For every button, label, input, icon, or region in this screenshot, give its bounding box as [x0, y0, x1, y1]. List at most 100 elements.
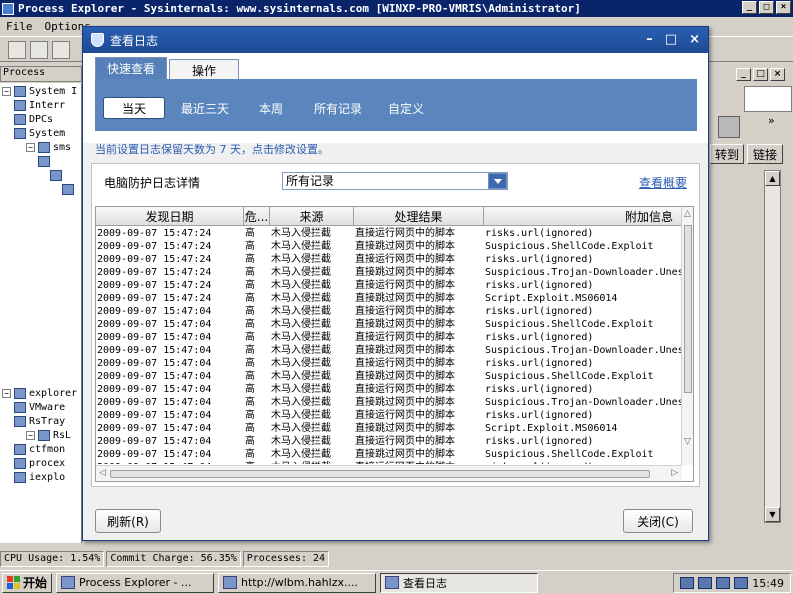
scroll-up-arrow-icon[interactable]: ▲: [765, 171, 780, 186]
dialog-maximize-icon[interactable]: □: [665, 32, 677, 47]
links-button[interactable]: 链接: [747, 144, 783, 164]
process-tree[interactable]: − System I Interr DPCs System − sms − explorer VM…: [0, 83, 82, 543]
log-row[interactable]: 2009-09-07 15:47:04高木马入侵拦截直接运行网页中的脚本risk…: [96, 409, 682, 422]
network-tray-icon[interactable]: [698, 577, 713, 589]
task-browser[interactable]: http://wlbm.hahlzx....: [218, 572, 377, 593]
tree-collapse-icon[interactable]: −: [26, 143, 35, 152]
tab-operations[interactable]: 操作: [169, 59, 239, 81]
row-date: 2009-09-07 15:47:04: [97, 410, 212, 421]
column-header-info[interactable]: 附加信息: [484, 207, 682, 226]
row-level: 高: [245, 293, 255, 304]
column-header-result[interactable]: 处理结果: [354, 207, 484, 226]
dialog-titlebar[interactable]: 查看日志 – □ ×: [83, 27, 708, 53]
process-tree-item[interactable]: VMware: [14, 402, 65, 413]
tree-collapse-icon[interactable]: −: [2, 389, 11, 398]
chevron-more-icon[interactable]: »: [768, 114, 775, 127]
right-panel-scrollbar[interactable]: ▲ ▼: [764, 170, 781, 523]
task-process-explorer[interactable]: Process Explorer - ...: [56, 572, 215, 593]
scroll-up-icon[interactable]: △: [684, 209, 691, 219]
goto-button[interactable]: 转到: [710, 144, 744, 164]
log-row[interactable]: 2009-09-07 15:47:24 高 木马入侵拦截 直接运行网页中的脚本 risk…: [96, 279, 682, 292]
log-row[interactable]: 2009-09-07 15:47:24 高 木马入侵拦截 直接跳过网页中的脚本 Susp…: [96, 240, 682, 253]
horizontal-scroll-thumb[interactable]: [110, 470, 650, 478]
process-tree-item[interactable]: − explorer: [2, 388, 77, 399]
maximize-icon[interactable]: □: [759, 1, 774, 14]
process-tree-item[interactable]: iexplo: [14, 472, 65, 483]
log-row[interactable]: 2009-09-07 15:47:04高木马入侵拦截直接运行网页中的脚本risk…: [96, 435, 682, 448]
task-view-log[interactable]: 查看日志: [380, 572, 539, 593]
filter-custom[interactable]: 自定义: [381, 97, 431, 119]
log-row[interactable]: 2009-09-07 15:47:24 高 木马入侵拦截 直接运行网页中的脚本 risk…: [96, 253, 682, 266]
start-button[interactable]: 开始: [2, 572, 53, 593]
scroll-down-arrow-icon[interactable]: ▼: [765, 507, 780, 522]
log-horizontal-scrollbar[interactable]: ◁ ▷: [96, 465, 682, 481]
process-explorer-titlebar[interactable]: Process Explorer - Sysinternals: www.sys…: [0, 0, 793, 17]
dialog-close-icon[interactable]: ×: [689, 32, 700, 47]
panel-minimize-icon[interactable]: _: [736, 68, 751, 81]
volume-tray-icon[interactable]: [734, 577, 749, 589]
log-row[interactable]: 2009-09-07 15:47:04 高木马入侵拦截 直接跳过网页中的脚本 Susp…: [96, 396, 682, 409]
process-tree-item[interactable]: [62, 184, 77, 195]
process-tree-item[interactable]: − sms: [26, 142, 71, 153]
process-tree-item[interactable]: Interr: [14, 100, 65, 111]
log-row[interactable]: 2009-09-07 15:47:04 高木马入侵拦截 直接跳过网页中的脚本 Susp…: [96, 318, 682, 331]
clock[interactable]: 15:49: [752, 577, 784, 590]
column-header-source[interactable]: 来源: [270, 207, 354, 226]
log-row[interactable]: 2009-09-07 15:47:04 高木马入侵拦截 直接跳过网页中的脚本 Susp…: [96, 370, 682, 383]
retention-notice-link[interactable]: 当前设置日志保留天数为 7 天，点击修改设置。: [95, 141, 329, 157]
tab-quick-view[interactable]: 快速查看: [95, 57, 167, 79]
filter-all-records[interactable]: 所有记录: [307, 97, 369, 119]
column-header-date[interactable]: 发现日期: [96, 207, 244, 226]
panel-restore-icon[interactable]: □: [753, 68, 768, 81]
tree-collapse-icon[interactable]: −: [2, 87, 11, 96]
close-icon[interactable]: ×: [776, 1, 791, 14]
log-row[interactable]: 2009-09-07 15:47:04 高木马入侵拦截 直接跳过网页中的脚本 Susp…: [96, 344, 682, 357]
record-type-select[interactable]: 所有记录: [282, 172, 508, 190]
scroll-right-icon[interactable]: ▷: [671, 468, 678, 478]
scroll-down-icon[interactable]: ▽: [684, 437, 691, 447]
filter-today[interactable]: 当天: [103, 97, 165, 119]
filter-last-three-days[interactable]: 最近三天: [173, 97, 237, 119]
process-tree-item[interactable]: − RsL: [26, 430, 71, 441]
process-tree-item[interactable]: RsTray: [14, 416, 65, 427]
filter-this-week[interactable]: 本周: [247, 97, 295, 119]
process-tree-item[interactable]: [38, 156, 53, 167]
tree-collapse-icon[interactable]: −: [26, 431, 35, 440]
view-summary-link[interactable]: 查看概要: [639, 174, 687, 191]
log-row[interactable]: 2009-09-07 15:47:04高木马入侵拦截直接运行网页中的脚本risk…: [96, 357, 682, 370]
log-row[interactable]: 2009-09-07 15:47:04高木马入侵拦截直接运行网页中的脚本risk…: [96, 305, 682, 318]
scroll-left-icon[interactable]: ◁: [99, 468, 106, 478]
properties-icon[interactable]: [52, 41, 70, 59]
refresh-button[interactable]: 刷新(R): [95, 509, 161, 533]
save-icon[interactable]: [8, 41, 26, 59]
log-row[interactable]: 2009-09-07 15:47:04 高 木马入侵拦截 直接跳过网页中的脚本 Scri…: [96, 422, 682, 435]
panel-close-icon[interactable]: ×: [770, 68, 785, 81]
log-vertical-scrollbar[interactable]: △ ▽: [681, 207, 693, 465]
column-header-level[interactable]: 危...: [244, 207, 270, 226]
log-row[interactable]: 2009-09-07 15:47:04高木马入侵拦截直接运行网页中的脚本risk…: [96, 331, 682, 344]
keyboard-tray-icon[interactable]: [680, 577, 695, 589]
dropdown-arrow-icon[interactable]: [488, 173, 507, 189]
process-tree-item[interactable]: [50, 170, 65, 181]
shield-tray-icon[interactable]: [716, 577, 731, 589]
refresh-icon[interactable]: [30, 41, 48, 59]
log-row[interactable]: 2009-09-07 15:47:04 高木马入侵拦截 直接跳过网页中的脚本 Susp…: [96, 448, 682, 461]
close-button[interactable]: 关闭(C): [623, 509, 693, 533]
log-row[interactable]: 2009-09-07 15:47:04高木马入侵拦截直接运行网页中的脚本risk…: [96, 461, 682, 464]
vertical-scroll-thumb[interactable]: [684, 225, 692, 393]
process-tree-item[interactable]: − System I: [2, 86, 77, 97]
log-row[interactable]: 2009-09-07 15:47:24 高 木马入侵拦截 直接运行网页中的脚本 risk…: [96, 227, 682, 240]
minimize-icon[interactable]: _: [742, 1, 757, 14]
process-tree-item[interactable]: ctfmon: [14, 444, 65, 455]
log-row[interactable]: 2009-09-07 15:47:24 高 木马入侵拦截 直接跳过网页中的脚本 Scri…: [96, 292, 682, 305]
menu-file[interactable]: File: [6, 20, 33, 33]
log-row[interactable]: 2009-09-07 15:47:24 高 木马入侵拦截 直接跳过网页中的脚本 Susp…: [96, 266, 682, 279]
process-name: VMware: [29, 402, 66, 413]
process-tree-item[interactable]: procex: [14, 458, 65, 469]
log-row[interactable]: 2009-09-07 15:47:04高木马入侵拦截直接运行网页中的脚本risk…: [96, 383, 682, 396]
printer-icon[interactable]: [718, 116, 740, 138]
process-column-header[interactable]: Process: [0, 66, 82, 82]
dialog-minimize-icon[interactable]: –: [646, 32, 653, 47]
process-tree-item[interactable]: DPCs: [14, 114, 53, 125]
process-tree-item[interactable]: System: [14, 128, 65, 139]
